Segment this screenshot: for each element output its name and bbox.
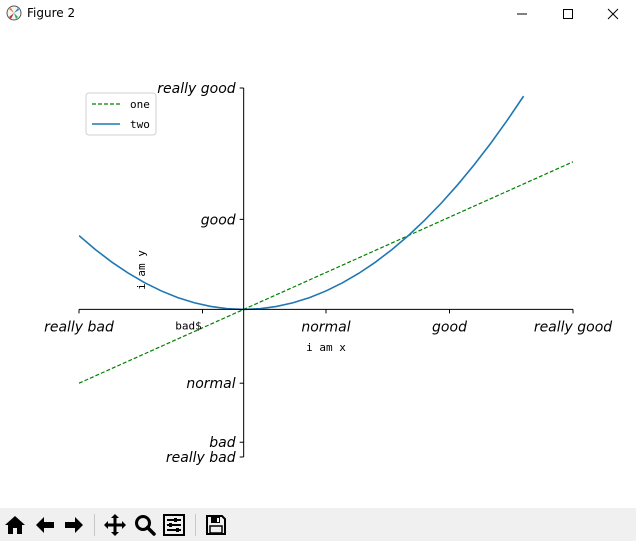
y-tick-label: good (201, 212, 236, 228)
toolbar-separator (94, 514, 95, 536)
y-tick-label: normal (186, 376, 235, 392)
y-axis-label: i am y (135, 250, 148, 290)
forward-arrow-icon (65, 517, 83, 533)
zoom-icon (135, 515, 156, 536)
subplots-icon (163, 514, 185, 536)
back-arrow-icon (36, 517, 54, 533)
legend-label-one: one (130, 98, 150, 111)
x-axis-label: i am x (306, 341, 346, 354)
forward-button[interactable] (61, 512, 87, 538)
y-tick-label: really bad (166, 450, 236, 466)
legend-label-two: two (130, 118, 150, 131)
y-tick-label: bad (209, 435, 235, 451)
toolbar-separator (195, 514, 196, 536)
title-bar: Figure 2 (0, 0, 636, 28)
x-tick-label: good (432, 319, 467, 335)
window-title: Figure 2 (27, 6, 76, 20)
minimize-icon (517, 13, 527, 15)
zoom-button[interactable] (132, 512, 158, 538)
x-tick-label: really good (534, 319, 612, 335)
pan-button[interactable] (102, 512, 128, 538)
save-icon (206, 515, 226, 535)
x-tick-label: normal (301, 319, 350, 335)
x-tick-label: bad$ (175, 319, 202, 332)
home-button[interactable] (2, 512, 28, 538)
x-tick-label: really bad (44, 319, 114, 335)
maximize-icon (563, 9, 573, 19)
close-icon (607, 8, 619, 20)
back-button[interactable] (32, 512, 58, 538)
maximize-button[interactable] (545, 0, 591, 28)
y-tick-label: really good (157, 81, 235, 97)
navigation-toolbar (0, 508, 636, 541)
save-button[interactable] (203, 512, 229, 538)
close-button[interactable] (590, 0, 636, 28)
home-icon (5, 516, 25, 534)
minimize-button[interactable] (499, 0, 545, 28)
matplotlib-icon (6, 5, 22, 21)
chart: really bad bad$ normal good really good reall… (44, 81, 612, 466)
subplots-button[interactable] (161, 512, 187, 538)
pan-icon (104, 514, 126, 536)
